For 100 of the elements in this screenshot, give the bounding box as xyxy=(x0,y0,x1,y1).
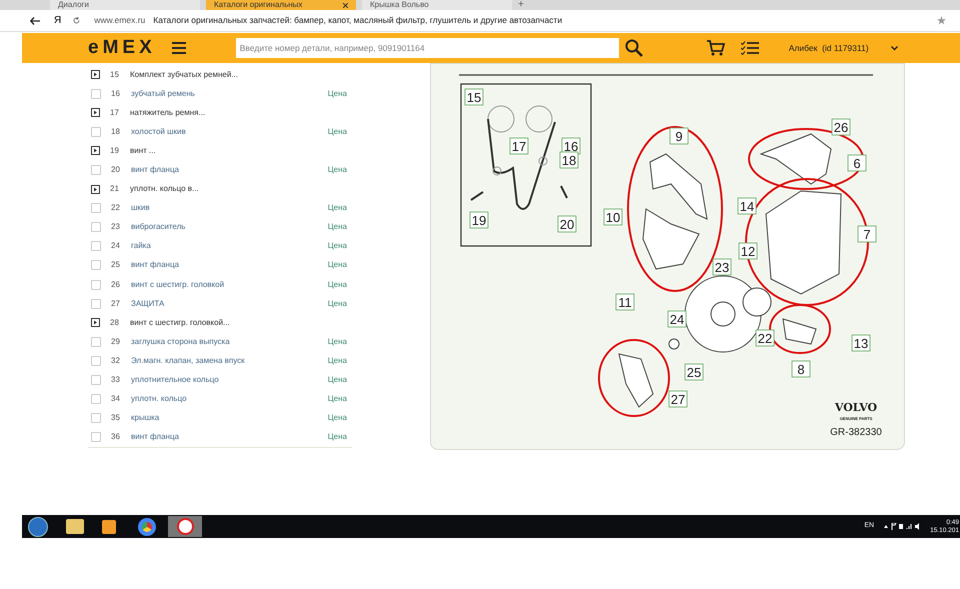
active-browser-icon[interactable] xyxy=(168,516,202,537)
nut-part xyxy=(668,338,680,350)
browser-tab[interactable]: Крышка Вольво xyxy=(362,0,512,10)
price-link[interactable]: Цена xyxy=(328,336,347,348)
reload-icon[interactable] xyxy=(73,17,80,24)
checkbox[interactable] xyxy=(91,280,101,290)
site-logo[interactable]: eMEX xyxy=(88,34,156,62)
browser-tab[interactable]: Диалоги xyxy=(50,0,200,10)
browser-tab[interactable]: Каталоги оригинальных xyxy=(206,0,356,10)
part-name[interactable]: уплотн. кольцо xyxy=(131,393,321,406)
checkbox[interactable] xyxy=(91,432,101,442)
part-number: 19 xyxy=(110,144,120,157)
part-number: 32 xyxy=(111,354,121,367)
price-link[interactable]: Цена xyxy=(328,164,347,176)
part-name[interactable]: холостой шкив xyxy=(131,126,321,138)
callout-label: 7 xyxy=(858,226,876,242)
callout-label: 10 xyxy=(604,208,622,226)
part-name[interactable]: натяжитель ремня... xyxy=(130,106,320,119)
callout-label: 15 xyxy=(464,88,484,106)
cart-icon[interactable] xyxy=(706,40,725,56)
part-number: 36 xyxy=(111,431,121,444)
callout-label: 9 xyxy=(670,128,688,144)
part-name[interactable]: винт фланца xyxy=(131,259,321,272)
price-link[interactable]: Цена xyxy=(328,354,347,367)
price-link[interactable]: Цена xyxy=(328,278,347,291)
part-name[interactable]: винт с шестигр. головкой xyxy=(131,278,321,291)
expand-icon[interactable] xyxy=(91,184,100,194)
part-name[interactable]: заглушка сторона выпуска xyxy=(131,336,321,348)
callout-label: 12 xyxy=(738,242,758,260)
price-link[interactable]: Цена xyxy=(328,221,347,234)
brand-logo: VOLVO xyxy=(834,401,878,414)
part-name[interactable]: ЗАЩИТА xyxy=(131,298,321,310)
back-icon[interactable] xyxy=(30,16,40,24)
part-name[interactable]: винт фланца xyxy=(131,431,321,444)
checkbox[interactable] xyxy=(91,260,101,270)
part-name[interactable]: шкив xyxy=(131,202,321,214)
expand-icon[interactable] xyxy=(91,70,100,80)
checkbox[interactable] xyxy=(91,165,101,176)
expand-icon[interactable] xyxy=(91,318,100,328)
checkbox[interactable] xyxy=(91,356,101,366)
price-link[interactable]: Цена xyxy=(328,202,347,214)
checkbox[interactable] xyxy=(91,222,101,232)
part-name[interactable]: уплотн. кольцо в... xyxy=(130,183,320,196)
checkbox[interactable] xyxy=(91,336,101,347)
start-button[interactable] xyxy=(28,516,48,536)
callout-label: 27 xyxy=(668,390,688,408)
price-link[interactable]: Цена xyxy=(328,126,347,138)
callout-label: 14 xyxy=(738,198,756,214)
part-name[interactable]: винт ... xyxy=(130,144,320,157)
expand-icon[interactable] xyxy=(91,146,100,156)
callout-label: 22 xyxy=(756,330,774,346)
checkbox[interactable] xyxy=(91,241,101,252)
part-name[interactable]: Комплект зубчатых ремней... xyxy=(130,68,320,81)
part-name[interactable]: виброгаситель xyxy=(131,221,321,234)
checkbox[interactable] xyxy=(91,126,101,137)
price-link[interactable]: Цена xyxy=(328,298,347,310)
part-number: 17 xyxy=(110,106,120,119)
checkbox[interactable] xyxy=(91,375,101,386)
checkbox[interactable] xyxy=(91,203,101,214)
part-name[interactable]: винт с шестигр. головкой... xyxy=(130,316,320,329)
part-name[interactable]: зубчатый ремень xyxy=(131,88,321,100)
lower-cover-part xyxy=(642,208,700,270)
browser-logo[interactable]: Я xyxy=(54,13,62,28)
part-number: 18 xyxy=(111,126,121,138)
part-number: 33 xyxy=(111,374,121,386)
price-link[interactable]: Цена xyxy=(328,412,347,424)
search-icon[interactable] xyxy=(624,39,643,57)
part-name[interactable]: Эл.магн. клапан, замена впуск xyxy=(131,354,321,367)
upper-cover-part xyxy=(649,153,708,220)
price-link[interactable]: Цена xyxy=(328,431,347,444)
star-icon[interactable] xyxy=(937,16,946,25)
price-link[interactable]: Цена xyxy=(328,393,347,406)
checkbox[interactable] xyxy=(91,298,101,309)
price-link[interactable]: Цена xyxy=(328,374,347,386)
checkbox[interactable] xyxy=(91,413,101,424)
menu-icon[interactable] xyxy=(172,42,186,54)
checkbox[interactable] xyxy=(91,88,101,99)
part-number: 15 xyxy=(110,68,120,81)
part-name[interactable]: крышка xyxy=(131,412,321,424)
checkbox[interactable] xyxy=(91,394,101,404)
close-icon[interactable] xyxy=(343,2,348,8)
address-bar[interactable]: www.emex.ru Каталоги оригинальных запчастей: бампер, капот, масляный фильтр, глушитель и другие автозапчасти xyxy=(94,14,937,27)
callout-label: 26 xyxy=(832,118,850,136)
expand-icon[interactable] xyxy=(91,108,100,118)
new-tab-button[interactable]: + xyxy=(518,0,524,10)
user-name[interactable]: Алибек (id 1179311) xyxy=(788,42,869,54)
checklist-icon[interactable] xyxy=(740,41,759,55)
price-link[interactable]: Цена xyxy=(328,259,347,272)
part-name[interactable]: гайка xyxy=(131,240,321,252)
part-name[interactable]: уплотнительное кольцо xyxy=(131,374,321,386)
chevron-down-icon[interactable] xyxy=(890,46,898,50)
price-link[interactable]: Цена xyxy=(328,88,347,100)
part-number: 34 xyxy=(111,393,121,406)
part-number: 20 xyxy=(111,164,121,176)
part-number: 22 xyxy=(111,202,121,214)
bracket-part xyxy=(618,353,654,408)
price-link[interactable]: Цена xyxy=(328,240,347,252)
search-field[interactable]: Введите номер детали, например, 9091901164 xyxy=(236,38,619,58)
part-name[interactable]: винт фланца xyxy=(131,164,321,176)
browser-icon[interactable] xyxy=(138,518,156,536)
